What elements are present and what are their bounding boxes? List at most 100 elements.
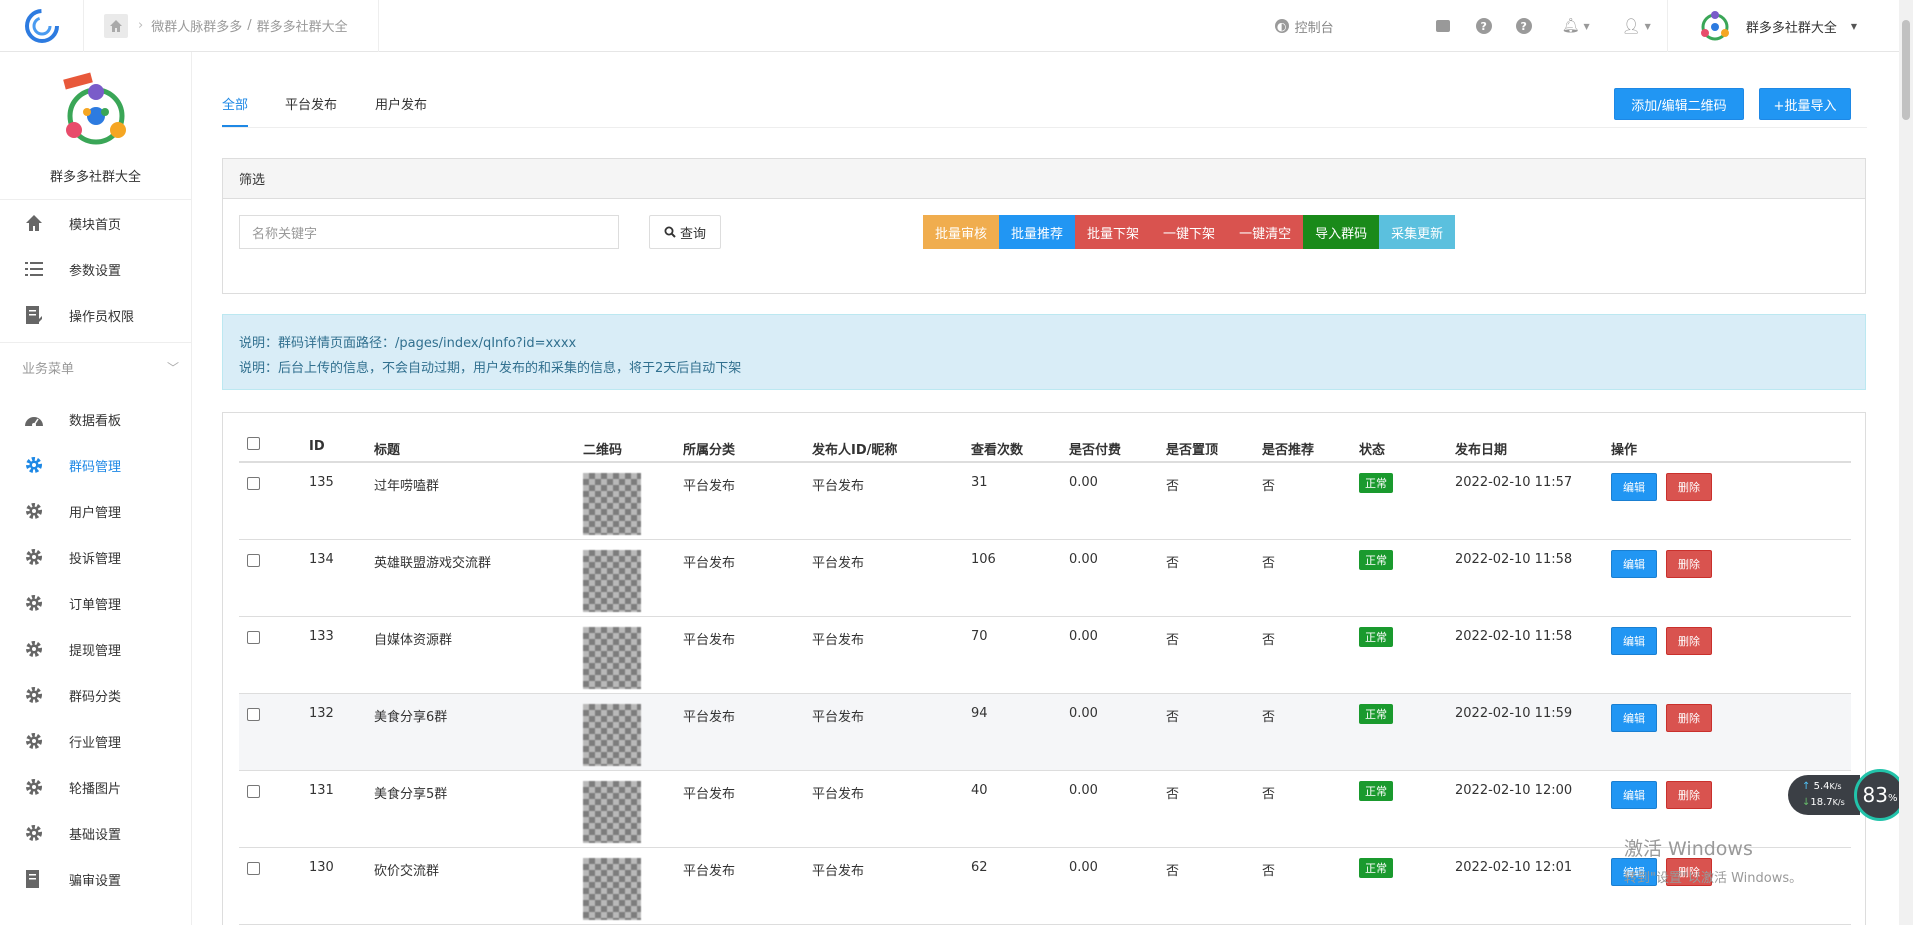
sidebar-item-label: 骗审设置	[69, 873, 122, 889]
add-edit-qrcode-button[interactable]: 添加/编辑二维码	[1614, 88, 1744, 120]
batch-action-button[interactable]: 批量下架	[1075, 215, 1152, 249]
edit-button[interactable]: 编辑	[1611, 704, 1657, 732]
brand-menu[interactable]: 群多多社群大全 ▼	[1668, 0, 1873, 52]
console-link[interactable]: ◐ 控制台	[1259, 0, 1350, 52]
qrcode-image[interactable]	[583, 473, 641, 535]
cell-views: 40	[971, 783, 988, 798]
help-button[interactable]: ?	[1466, 0, 1502, 52]
delete-button[interactable]: 删除	[1666, 627, 1712, 655]
vertical-scrollbar[interactable]	[1899, 0, 1913, 925]
row-checkbox[interactable]	[247, 477, 260, 490]
row-checkbox[interactable]	[247, 862, 260, 875]
breadcrumb-item[interactable]: 微群人脉群多多	[151, 16, 242, 35]
sidebar-item-params[interactable]: 参数设置	[0, 246, 191, 292]
sidebar-item-permissions[interactable]: 操作员权限	[0, 292, 191, 338]
store-button[interactable]	[1420, 0, 1466, 52]
watermark-line: 激活 Windows	[1624, 838, 1753, 860]
sidebar-item[interactable]: 行业管理	[0, 718, 191, 764]
cell-date: 2022-02-10 11:58	[1455, 629, 1573, 644]
row-checkbox[interactable]	[247, 631, 260, 644]
sidebar-item[interactable]: 基础设置	[0, 810, 191, 856]
batch-action-button[interactable]: 一键清空	[1227, 215, 1304, 249]
table-row: 130 砍价交流群 平台发布 平台发布 62 0.00 否 否 2022-02-10 12:01…	[239, 848, 1851, 925]
batch-action-button[interactable]: 一键下架	[1151, 215, 1228, 249]
batch-action-button[interactable]: 批量推荐	[999, 215, 1076, 249]
search-button[interactable]: 查询	[649, 215, 721, 249]
batch-action-button[interactable]: 导入群码	[1303, 215, 1380, 249]
sidebar-item[interactable]: 投诉管理	[0, 534, 191, 580]
delete-button[interactable]: 删除	[1666, 704, 1712, 732]
notifications-button[interactable]: 🔔︎ ▼	[1546, 0, 1606, 52]
cell-views: 70	[971, 629, 988, 644]
column-header: 是否置顶	[1166, 443, 1219, 458]
cell-top: 否	[1166, 864, 1180, 879]
app-logo[interactable]	[0, 0, 84, 52]
breadcrumb-item[interactable]: 群多多社群大全	[257, 16, 348, 35]
sidebar-brand: 群多多社群大全	[0, 52, 191, 200]
cell-top: 否	[1166, 479, 1180, 494]
cell-views: 31	[971, 475, 988, 490]
delete-button[interactable]: 删除	[1666, 781, 1712, 809]
row-checkbox[interactable]	[247, 554, 260, 567]
cell-title: 英雄联盟游戏交流群	[374, 556, 492, 571]
keyword-search-input[interactable]: 名称关键字	[239, 215, 619, 249]
notice-line: 说明：后台上传的信息，不会自动过期，用户发布的和采集的信息，将于2天后自动下架	[239, 361, 742, 376]
sidebar-item[interactable]: 骗审设置	[0, 856, 191, 902]
sidebar-item-label: 模块首页	[69, 217, 122, 233]
edit-button[interactable]: 编辑	[1611, 473, 1657, 501]
cell-id: 131	[309, 783, 334, 798]
filter-title: 筛选	[223, 159, 1865, 199]
select-all-checkbox[interactable]	[247, 437, 260, 450]
home-icon[interactable]	[104, 13, 128, 38]
user-menu-button[interactable]: 👤︎ ▼	[1606, 0, 1667, 52]
row-checkbox[interactable]	[247, 708, 260, 721]
search-button-label: 查询	[679, 226, 706, 242]
delete-button[interactable]: 删除	[1666, 473, 1712, 501]
bell-icon: 🔔︎	[1561, 18, 1580, 34]
sidebar-item[interactable]: 群码分类	[0, 672, 191, 718]
scrollbar-thumb[interactable]	[1902, 20, 1910, 120]
batch-action-button[interactable]: 采集更新	[1379, 215, 1456, 249]
download-speed: 18.7	[1810, 797, 1833, 808]
qrcode-image[interactable]	[583, 704, 641, 766]
cell-publisher: 平台发布	[812, 710, 865, 725]
cell-category: 平台发布	[683, 633, 736, 648]
delete-button[interactable]: 删除	[1666, 550, 1712, 578]
batch-import-button[interactable]: +批量导入	[1759, 88, 1851, 120]
tab-bar: 全部 平台发布 用户发布 添加/编辑二维码 +批量导入	[222, 52, 1867, 128]
cell-paid: 0.00	[1069, 629, 1098, 644]
sidebar-item[interactable]: 群码管理	[0, 442, 191, 488]
sidebar-item[interactable]: 订单管理	[0, 580, 191, 626]
edit-button[interactable]: 编辑	[1611, 550, 1657, 578]
network-speed-widget[interactable]: ↑ 5.4K/s ↓18.7K/s 83%	[1788, 768, 1906, 822]
sidebar-item[interactable]: 用户管理	[0, 488, 191, 534]
qrcode-image[interactable]	[583, 627, 641, 689]
qrcode-image[interactable]	[583, 858, 641, 920]
tab-user[interactable]: 用户发布	[375, 94, 427, 125]
batch-action-button[interactable]: 批量审核	[923, 215, 1000, 249]
qrcode-image[interactable]	[583, 550, 641, 612]
cell-title: 过年唠嗑群	[374, 479, 440, 494]
edit-button[interactable]: 编辑	[1611, 781, 1657, 809]
sidebar-item[interactable]: 轮播图片	[0, 764, 191, 810]
sidebar-item[interactable]: 提现管理	[0, 626, 191, 672]
gear-icon	[24, 501, 44, 521]
sidebar-item-label: 轮播图片	[69, 781, 122, 797]
tab-all[interactable]: 全部	[222, 94, 249, 127]
table-row: 133 自媒体资源群 平台发布 平台发布 70 0.00 否 否 2022-02-10 11:5…	[239, 617, 1851, 694]
chevron-right-icon: ›	[138, 18, 144, 33]
percent-unit: %	[1887, 792, 1898, 804]
tab-platform[interactable]: 平台发布	[285, 94, 337, 125]
batch-action-buttons: 批量审核 批量推荐 批量下架 一键下架 一键清空 导入群码 采集更新	[923, 215, 1456, 249]
column-header: 操作	[1611, 443, 1638, 458]
sidebar-item-home[interactable]: 模块首页	[0, 200, 191, 246]
sidebar-group-business[interactable]: 业务菜单 ﹀	[0, 342, 191, 392]
qrcode-image[interactable]	[583, 781, 641, 843]
row-checkbox[interactable]	[247, 785, 260, 798]
sidebar-item[interactable]: 数据看板	[0, 396, 191, 442]
edit-button[interactable]: 编辑	[1611, 627, 1657, 655]
sidebar-item-label: 用户管理	[69, 505, 122, 521]
help-button-2[interactable]: ?	[1502, 0, 1546, 52]
cell-publisher: 平台发布	[812, 787, 865, 802]
cell-paid: 0.00	[1069, 706, 1098, 721]
